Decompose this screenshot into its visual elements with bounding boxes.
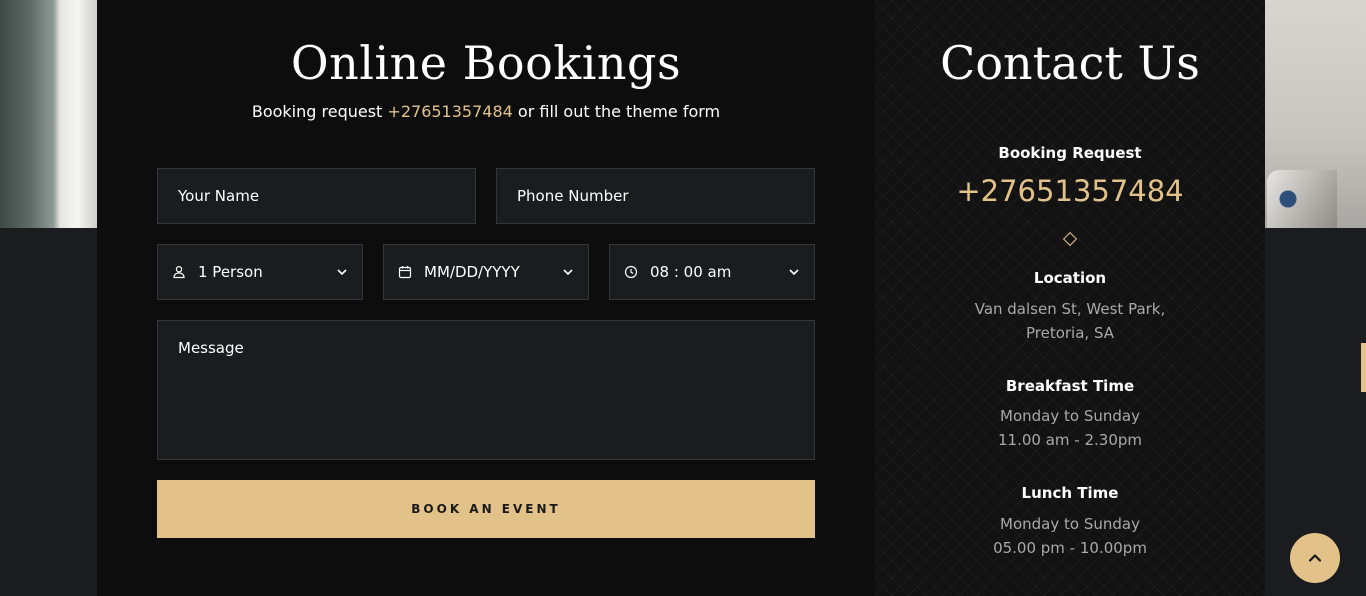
name-placeholder: Your Name — [178, 187, 260, 205]
message-field[interactable]: Message — [157, 320, 815, 460]
background-photo-right — [1265, 0, 1366, 228]
date-select[interactable]: MM/DD/YYYY — [383, 244, 589, 300]
date-value: MM/DD/YYYY — [424, 263, 520, 281]
side-tab[interactable] — [1361, 343, 1366, 392]
decor-object — [1267, 170, 1337, 228]
lunch-label: Lunch Time — [1021, 484, 1119, 502]
subtitle-phone-link[interactable]: +27651357484 — [387, 102, 512, 121]
chevron-down-icon — [337, 269, 347, 276]
calendar-icon — [398, 266, 412, 279]
background-photo-left — [0, 0, 97, 228]
name-field[interactable]: Your Name — [157, 168, 476, 224]
subtitle-prefix: Booking request — [251, 102, 383, 121]
message-placeholder: Message — [178, 339, 244, 357]
breakfast-hours: 11.00 am - 2.30pm — [998, 431, 1142, 449]
diamond-divider — [1062, 231, 1078, 247]
person-value: 1 Person — [198, 263, 263, 281]
contact-phone-link[interactable]: +27651357484 — [875, 174, 1265, 208]
contact-title: Contact Us — [940, 36, 1200, 90]
chevron-down-icon — [789, 269, 799, 276]
book-event-button[interactable]: BOOK AN EVENT — [157, 480, 815, 538]
user-icon — [173, 265, 185, 279]
booking-request-label: Booking Request — [998, 144, 1142, 162]
lunch-days: Monday to Sunday — [1000, 515, 1140, 533]
scroll-to-top-button[interactable] — [1290, 533, 1340, 583]
chevron-up-icon — [1308, 554, 1322, 562]
breakfast-label: Breakfast Time — [1005, 377, 1135, 395]
location-line1: Van dalsen St, West Park, — [974, 300, 1166, 318]
time-value: 08 : 00 am — [650, 263, 732, 281]
booking-title: Online Bookings — [290, 36, 682, 90]
phone-placeholder: Phone Number — [517, 187, 629, 205]
lunch-hours: 05.00 pm - 10.00pm — [993, 539, 1147, 557]
subtitle-suffix: or fill out the theme form — [517, 102, 721, 121]
booking-subtitle: Booking request +27651357484 or fill out… — [97, 102, 875, 121]
booking-panel: Online Bookings Booking request +2765135… — [97, 0, 875, 596]
chevron-down-icon — [563, 269, 573, 276]
clock-icon — [624, 265, 638, 279]
time-select[interactable]: 08 : 00 am — [609, 244, 815, 300]
phone-field[interactable]: Phone Number — [496, 168, 815, 224]
breakfast-days: Monday to Sunday — [1000, 407, 1140, 425]
contact-panel: Contact Us Booking Request +27651357484 … — [875, 0, 1265, 596]
person-select[interactable]: 1 Person — [157, 244, 363, 300]
location-line2: Pretoria, SA — [1025, 324, 1115, 342]
location-label: Location — [1033, 269, 1107, 287]
